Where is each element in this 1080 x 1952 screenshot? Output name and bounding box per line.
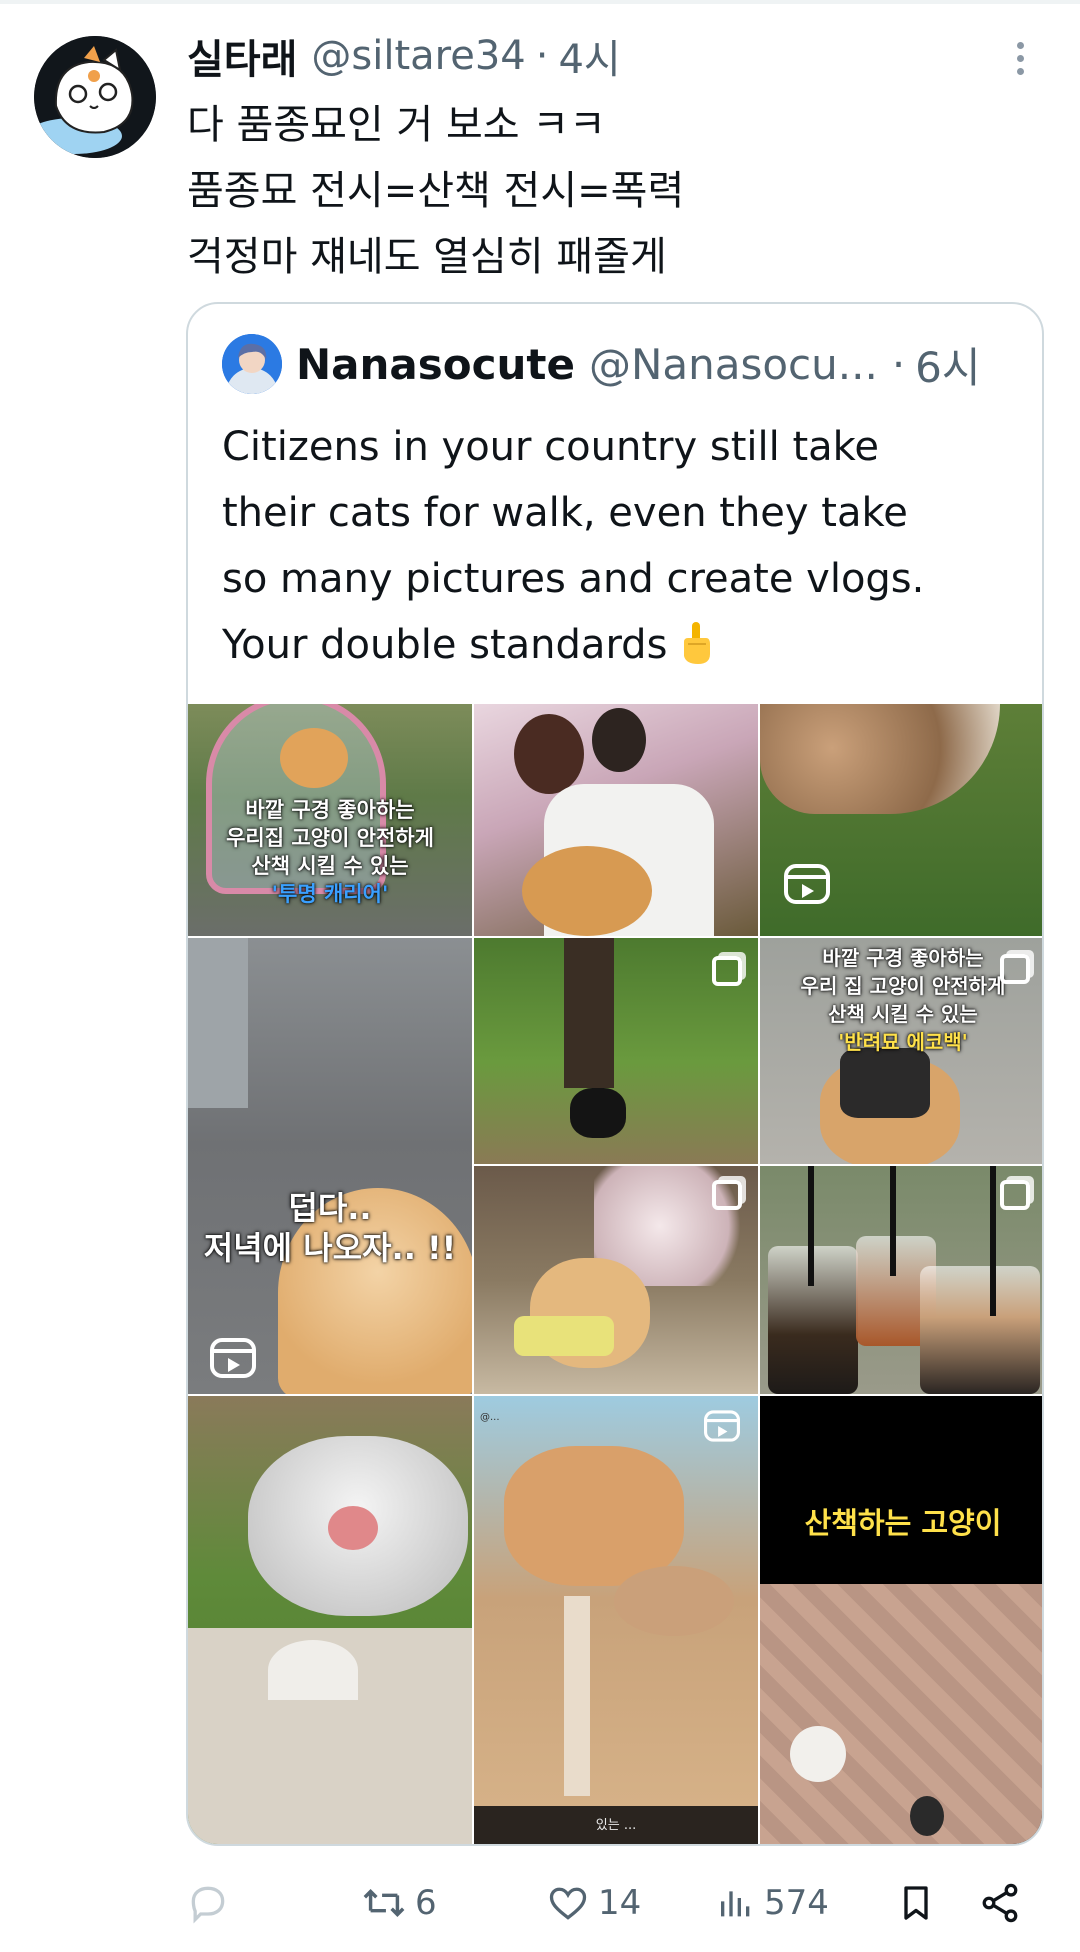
timestamp[interactable]: 4시 bbox=[558, 27, 620, 85]
media-iced-coffee[interactable] bbox=[760, 1166, 1042, 1394]
media-cat-eco-bag[interactable]: 바깥 구경 좋아하는 우리 집 고양이 안전하게 산책 시킬 수 있는 '반려묘… bbox=[760, 938, 1042, 1164]
separator-dot: · bbox=[535, 33, 549, 79]
reels-icon bbox=[784, 864, 830, 904]
quoted-avatar bbox=[222, 334, 282, 394]
more-vertical-icon[interactable] bbox=[1010, 42, 1030, 82]
tweet-body: 다 품종묘인 거 보소 ㅋㅋ 품종묘 전시=산책 전시=폭력 걱정마 쟤네도 열… bbox=[187, 92, 684, 290]
media-walking-cat-title[interactable]: 산책하는 고양이 bbox=[760, 1396, 1042, 1844]
share-icon bbox=[982, 1883, 1018, 1923]
separator-dot: · bbox=[891, 339, 906, 389]
media-scottish-fold-blossoms[interactable] bbox=[474, 1166, 758, 1394]
quoted-display-name[interactable]: Nanasocute bbox=[296, 340, 575, 389]
heart-icon bbox=[549, 1887, 587, 1920]
quoted-line: their cats for walk, even they take bbox=[222, 490, 908, 536]
views-button[interactable]: 574 bbox=[716, 1875, 829, 1931]
quoted-tweet-header: Nanasocute @Nanasocu... · 6시 bbox=[222, 334, 981, 394]
reply-button[interactable] bbox=[186, 1875, 238, 1931]
views-chart-icon bbox=[721, 1891, 750, 1917]
quoted-timestamp[interactable]: 6시 bbox=[915, 334, 980, 395]
bookmark-button[interactable] bbox=[896, 1875, 936, 1931]
retweet-count: 6 bbox=[415, 1883, 437, 1923]
tweet-action-bar: 6 14 574 bbox=[186, 1875, 1044, 1931]
share-button[interactable] bbox=[978, 1875, 1022, 1931]
tweet-line: 걱정마 쟤네도 열심히 패줄게 bbox=[187, 234, 667, 280]
quoted-line: Citizens in your country still take bbox=[222, 424, 879, 470]
quoted-line: Your double standards bbox=[222, 612, 1022, 678]
user-handle[interactable]: @siltare34 bbox=[311, 33, 525, 79]
quoted-handle[interactable]: @Nanasocu... bbox=[589, 340, 878, 389]
like-button[interactable]: 14 bbox=[546, 1875, 641, 1931]
multi-image-icon bbox=[712, 1180, 742, 1210]
media-title-text: 산책하는 고양이 bbox=[804, 1506, 1002, 1540]
quoted-text: Citizens in your country still take thei… bbox=[222, 414, 1022, 678]
display-name[interactable]: 실타래 bbox=[187, 27, 297, 85]
quoted-tweet-card[interactable]: Nanasocute @Nanasocu... · 6시 Citizens in… bbox=[186, 302, 1044, 1846]
quoted-line: so many pictures and create vlogs. bbox=[222, 556, 925, 602]
media-black-cat-path[interactable] bbox=[474, 938, 758, 1164]
media-fluffy-cat-street[interactable]: 덥다.. 저녁에 나오자.. !! bbox=[188, 938, 472, 1394]
reels-icon bbox=[210, 1338, 256, 1378]
multi-image-icon bbox=[712, 956, 742, 986]
like-count: 14 bbox=[598, 1883, 642, 1923]
views-count: 574 bbox=[764, 1883, 829, 1923]
media-white-cat-harness[interactable] bbox=[188, 1396, 472, 1844]
bookmark-icon bbox=[904, 1886, 928, 1920]
multi-image-icon bbox=[1000, 1180, 1030, 1210]
person-avatar-icon bbox=[222, 334, 282, 394]
media-caption: 있는 ... bbox=[474, 1806, 758, 1844]
tweet-line: 품종묘 전시=산책 전시=폭력 bbox=[187, 168, 685, 214]
retweet-icon bbox=[363, 1889, 405, 1917]
retweet-button[interactable]: 6 bbox=[361, 1875, 437, 1931]
reply-icon bbox=[191, 1886, 225, 1924]
author-avatar[interactable] bbox=[34, 36, 156, 158]
cat-avatar-icon bbox=[34, 36, 156, 158]
tweet-header: 실타래 @siltare34 · 4시 bbox=[187, 28, 621, 84]
tweet-line: 다 품종묘인 거 보소 ㅋㅋ bbox=[187, 102, 606, 148]
media-tag: @... bbox=[480, 1412, 500, 1423]
media-transparent-carrier[interactable]: 바깥 구경 좋아하는 우리집 고양이 안전하게 산책 시킬 수 있는 '투명 캐… bbox=[188, 704, 472, 936]
media-calico-cat-grass[interactable] bbox=[760, 704, 1042, 936]
reels-icon bbox=[704, 1410, 740, 1442]
media-cat-cardboard[interactable]: @... 있는 ... bbox=[474, 1396, 758, 1844]
multi-image-icon bbox=[1000, 954, 1030, 984]
media-couple-with-cat[interactable] bbox=[474, 704, 758, 936]
top-divider bbox=[0, 0, 1080, 4]
middle-finger-emoji-icon bbox=[684, 622, 711, 664]
media-grid: 바깥 구경 좋아하는 우리집 고양이 안전하게 산책 시킬 수 있는 '투명 캐… bbox=[188, 704, 1042, 1844]
